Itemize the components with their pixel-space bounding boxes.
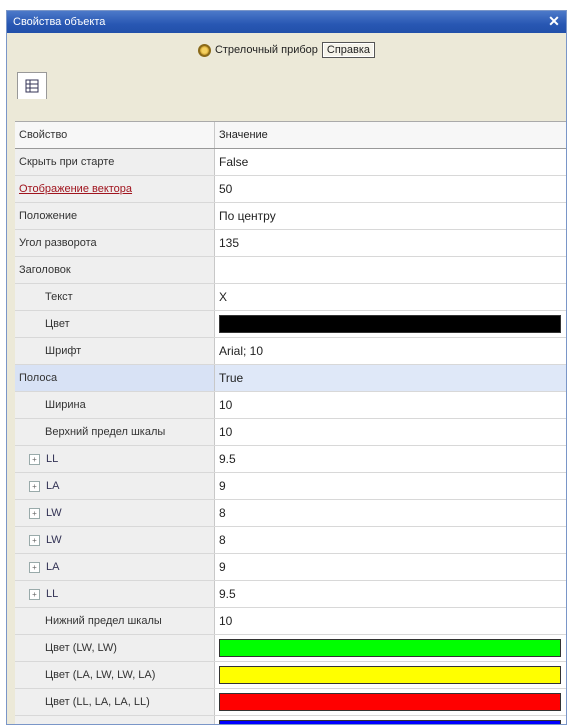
- property-value[interactable]: [215, 689, 566, 715]
- property-value[interactable]: 10: [215, 419, 566, 445]
- property-value[interactable]: False: [215, 149, 566, 175]
- expand-icon[interactable]: +: [29, 534, 40, 546]
- property-row[interactable]: Скрыть при старте False: [15, 149, 566, 176]
- property-row[interactable]: Шрифт Arial; 10: [15, 338, 566, 365]
- property-row[interactable]: Цвет (LA, LW, LW, LA): [15, 662, 566, 689]
- property-row-expandable[interactable]: + LA 9: [15, 554, 566, 581]
- property-name: Положение: [15, 203, 215, 229]
- property-name: Скрыть при старте: [15, 149, 215, 175]
- property-value[interactable]: [215, 662, 566, 688]
- property-name-cell: + LA: [15, 473, 215, 499]
- color-swatch: [219, 720, 561, 724]
- property-row-selected[interactable]: Полоса True: [15, 365, 566, 392]
- property-row-expandable[interactable]: + LA 9: [15, 473, 566, 500]
- property-name-cell: + LA: [15, 554, 215, 580]
- property-grid: Свойство Значение Скрыть при старте Fals…: [15, 121, 566, 724]
- property-name: Цвет (LL, LA, LA, LL): [15, 689, 215, 715]
- title-bar: Свойства объекта ✕: [7, 11, 566, 33]
- property-name: LL: [46, 588, 59, 600]
- property-name: Нижний предел шкалы: [15, 608, 215, 634]
- property-name: LA: [46, 561, 60, 573]
- property-value[interactable]: 10: [215, 392, 566, 418]
- property-name: LW: [46, 534, 62, 546]
- window-title: Свойства объекта: [13, 16, 106, 28]
- property-name: Шрифт: [15, 338, 215, 364]
- property-row[interactable]: Верхний предел шкалы 10: [15, 419, 566, 446]
- property-name-cell: + LL: [15, 581, 215, 607]
- property-value[interactable]: [215, 311, 566, 337]
- property-row-expandable[interactable]: + LW 8: [15, 527, 566, 554]
- expand-icon[interactable]: +: [29, 507, 40, 519]
- header-property: Свойство: [15, 122, 215, 148]
- property-value[interactable]: 9: [215, 473, 566, 499]
- property-name-cell: + LW: [15, 500, 215, 526]
- toolbar: [7, 67, 566, 99]
- property-row[interactable]: Цвет (LL, LA, LA, LL): [15, 689, 566, 716]
- close-icon[interactable]: ✕: [546, 13, 562, 29]
- property-name: Текст: [15, 284, 215, 310]
- property-value[interactable]: 9.5: [215, 446, 566, 472]
- property-name: LL: [46, 453, 59, 465]
- property-row-expandable[interactable]: + LL 9.5: [15, 446, 566, 473]
- properties-window: Свойства объекта ✕ Стрелочный прибор Спр…: [6, 10, 567, 725]
- property-list-icon: [25, 79, 39, 93]
- property-row-expandable[interactable]: + LW 8: [15, 500, 566, 527]
- property-name: Цвет (LA, LW, LW, LA): [15, 662, 215, 688]
- property-name: Заголовок: [15, 257, 215, 283]
- property-value[interactable]: 50: [215, 176, 566, 202]
- property-name: Цвет (LL, LL): [15, 716, 215, 724]
- header-value: Значение: [215, 122, 566, 148]
- property-value[interactable]: X: [215, 284, 566, 310]
- property-row[interactable]: Отображение вектора 50: [15, 176, 566, 203]
- expand-icon[interactable]: +: [29, 480, 40, 492]
- property-row[interactable]: Угол разворота 135: [15, 230, 566, 257]
- property-name: LW: [46, 507, 62, 519]
- property-name: Ширина: [15, 392, 215, 418]
- expand-icon[interactable]: +: [29, 561, 40, 573]
- property-value[interactable]: 9.5: [215, 581, 566, 607]
- property-value[interactable]: По центру: [215, 203, 566, 229]
- property-row-expandable[interactable]: + LL 9.5: [15, 581, 566, 608]
- property-row[interactable]: Цвет (LW, LW): [15, 635, 566, 662]
- property-name-cell: + LL: [15, 446, 215, 472]
- property-name-cell: + LW: [15, 527, 215, 553]
- property-group-row[interactable]: Заголовок: [15, 257, 566, 284]
- property-value[interactable]: 9: [215, 554, 566, 580]
- color-swatch: [219, 693, 561, 711]
- property-value[interactable]: 8: [215, 527, 566, 553]
- property-row[interactable]: Цвет: [15, 311, 566, 338]
- property-name: Отображение вектора: [15, 176, 215, 202]
- expand-icon[interactable]: +: [29, 453, 40, 465]
- color-swatch: [219, 315, 561, 333]
- expand-icon[interactable]: +: [29, 588, 40, 600]
- property-name: Цвет: [15, 311, 215, 337]
- property-value[interactable]: [215, 635, 566, 661]
- property-value[interactable]: [215, 716, 566, 724]
- color-swatch: [219, 666, 561, 684]
- property-name: Цвет (LW, LW): [15, 635, 215, 661]
- property-name: LA: [46, 480, 60, 492]
- property-name: Угол разворота: [15, 230, 215, 256]
- property-value[interactable]: True: [215, 365, 566, 391]
- grid-header: Свойство Значение: [15, 122, 566, 149]
- property-value[interactable]: 8: [215, 500, 566, 526]
- color-swatch: [219, 639, 561, 657]
- object-bar: Стрелочный прибор Справка: [7, 33, 566, 67]
- property-name: Полоса: [15, 365, 215, 391]
- property-value[interactable]: 10: [215, 608, 566, 634]
- property-value: [215, 257, 566, 283]
- property-row[interactable]: Текст X: [15, 284, 566, 311]
- property-row[interactable]: Положение По центру: [15, 203, 566, 230]
- property-name: Верхний предел шкалы: [15, 419, 215, 445]
- property-row[interactable]: Цвет (LL, LL): [15, 716, 566, 724]
- property-row[interactable]: Ширина 10: [15, 392, 566, 419]
- property-value[interactable]: Arial; 10: [215, 338, 566, 364]
- object-label: Стрелочный прибор: [214, 44, 318, 56]
- property-row[interactable]: Нижний предел шкалы 10: [15, 608, 566, 635]
- property-value[interactable]: 135: [215, 230, 566, 256]
- gauge-icon: [197, 43, 211, 57]
- help-button[interactable]: Справка: [321, 42, 376, 58]
- categorized-view-button[interactable]: [17, 72, 47, 99]
